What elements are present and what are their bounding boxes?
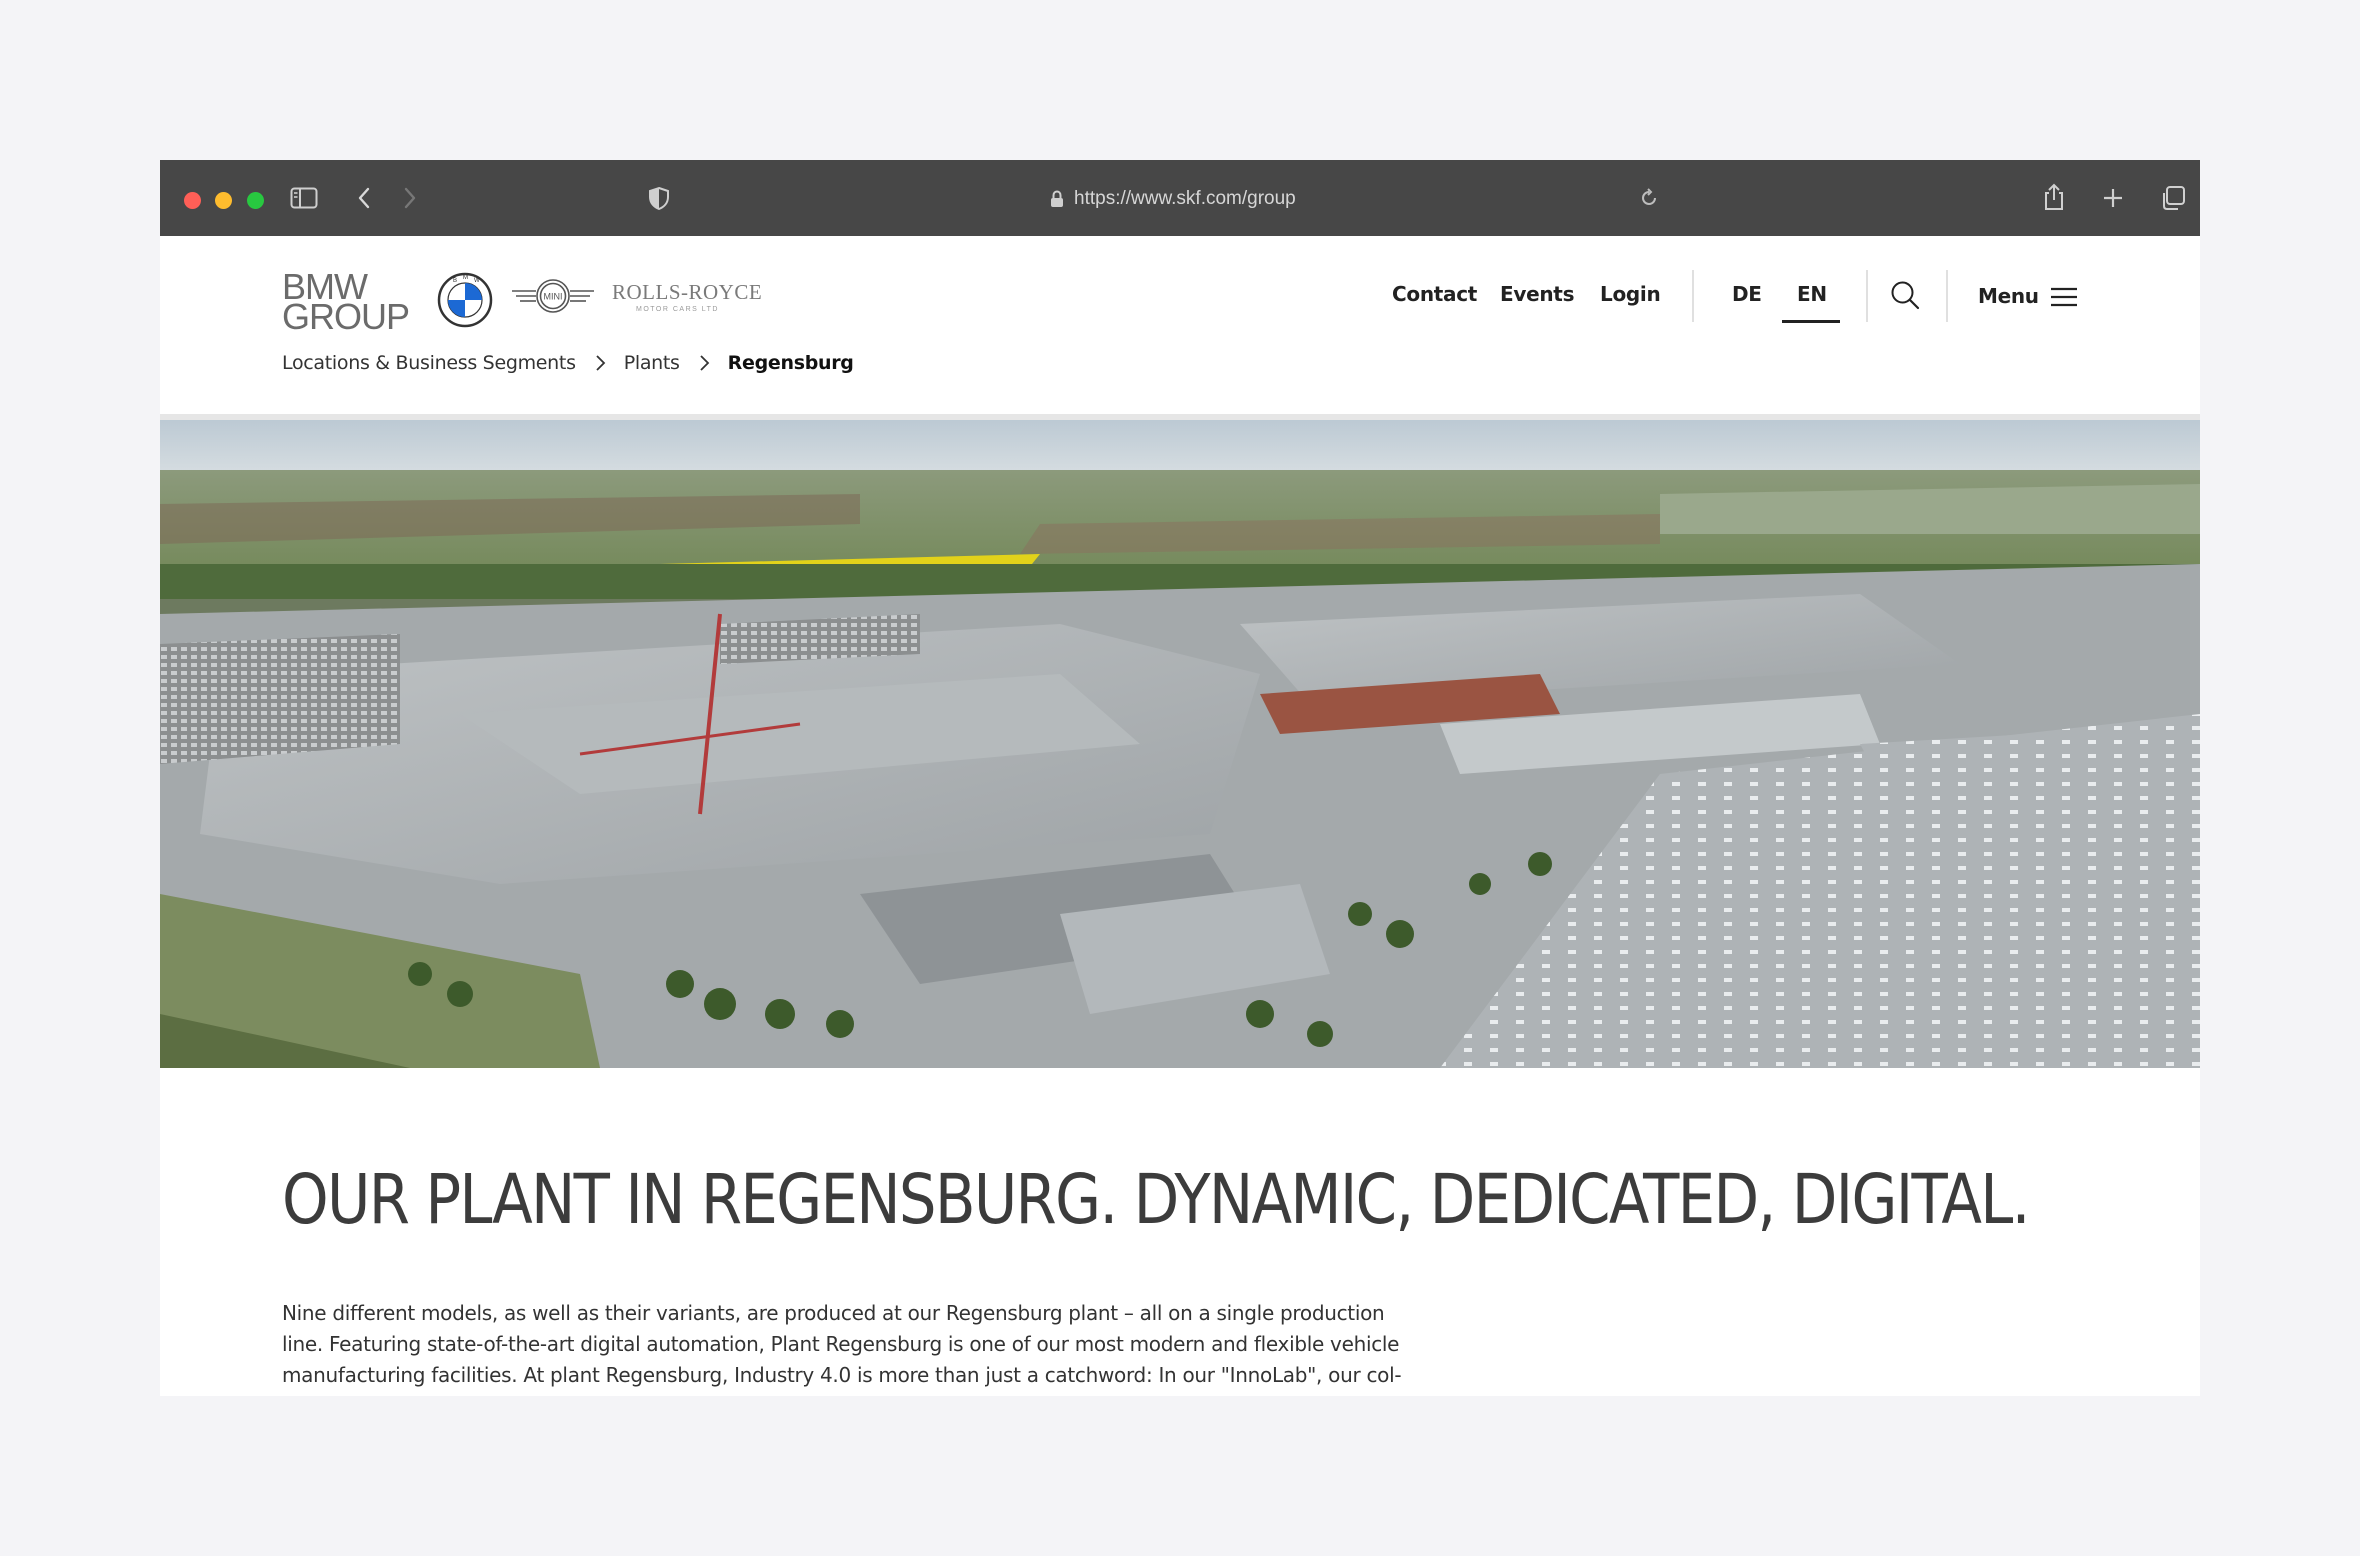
nav-divider	[1946, 270, 1948, 322]
nav-divider	[1692, 270, 1694, 322]
lang-de[interactable]: DE	[1732, 282, 1762, 306]
share-icon[interactable]	[2042, 182, 2066, 212]
mini-label: MINI	[544, 292, 563, 302]
menu-label[interactable]: Menu	[1978, 284, 2039, 308]
breadcrumb-current: Regensburg	[727, 352, 854, 374]
address-url: https://www.skf.com/group	[1074, 188, 1296, 209]
svg-text:W: W	[474, 278, 480, 284]
shield-icon[interactable]	[648, 186, 670, 210]
nav-login[interactable]: Login	[1600, 282, 1661, 306]
back-icon[interactable]	[356, 186, 372, 210]
mini-logo[interactable]: MINI	[510, 278, 596, 316]
rolls-royce-sub: MOTOR CARS LTD	[636, 306, 719, 313]
brand-line-2: GROUP	[282, 296, 410, 337]
hero-image	[160, 414, 2200, 1068]
chevron-right-icon	[596, 355, 605, 371]
hero-top-border	[160, 414, 2200, 420]
rolls-royce-logo[interactable]: ROLLS-ROYCE	[612, 280, 762, 305]
svg-text:M: M	[463, 275, 468, 281]
intro-paragraph: Nine different models, as well as their …	[282, 1298, 1522, 1391]
breadcrumb-item[interactable]: Locations & Business Segments	[282, 352, 576, 374]
intro-line: line. Featuring state-of-the-art digital…	[282, 1332, 1400, 1356]
browser-window: https://www.skf.com/group BMW GROUP B M …	[160, 160, 2200, 1396]
page-headline: OUR PLANT IN REGENSBURG. DYNAMIC, DEDICA…	[282, 1160, 2031, 1240]
intro-line: manufacturing facilities. At plant Regen…	[282, 1363, 1402, 1387]
tabs-overview-icon[interactable]	[2160, 185, 2186, 211]
plant-aerial-photo	[160, 414, 2200, 1068]
svg-text:B: B	[453, 278, 457, 284]
nav-events[interactable]: Events	[1500, 282, 1574, 306]
nav-divider	[1866, 270, 1868, 322]
zoom-window-button[interactable]	[247, 192, 264, 209]
lang-en[interactable]: EN	[1797, 282, 1827, 306]
sidebar-icon[interactable]	[290, 187, 318, 209]
breadcrumb: Locations & Business Segments Plants Reg…	[282, 352, 854, 374]
intro-line: Nine different models, as well as their …	[282, 1301, 1385, 1325]
chevron-right-icon	[700, 355, 709, 371]
address-bar[interactable]: https://www.skf.com/group	[1050, 184, 1410, 214]
browser-toolbar: https://www.skf.com/group	[160, 160, 2200, 236]
reload-icon[interactable]	[1638, 187, 1660, 209]
hamburger-icon[interactable]	[2050, 286, 2078, 308]
minimize-window-button[interactable]	[215, 192, 232, 209]
search-icon[interactable]	[1890, 280, 1920, 310]
new-tab-icon[interactable]	[2102, 187, 2124, 209]
nav-contact[interactable]: Contact	[1392, 282, 1477, 306]
breadcrumb-item[interactable]: Plants	[624, 352, 680, 374]
active-lang-indicator	[1782, 320, 1840, 323]
site-header: BMW GROUP B M W MINI ROLLS-ROYCE MOTOR C…	[160, 236, 2200, 414]
close-window-button[interactable]	[184, 192, 201, 209]
lock-icon	[1051, 190, 1063, 207]
bmw-roundel-icon[interactable]: B M W	[437, 272, 493, 328]
forward-icon[interactable]	[402, 186, 418, 210]
bmw-group-logo[interactable]: BMW GROUP	[282, 269, 410, 337]
